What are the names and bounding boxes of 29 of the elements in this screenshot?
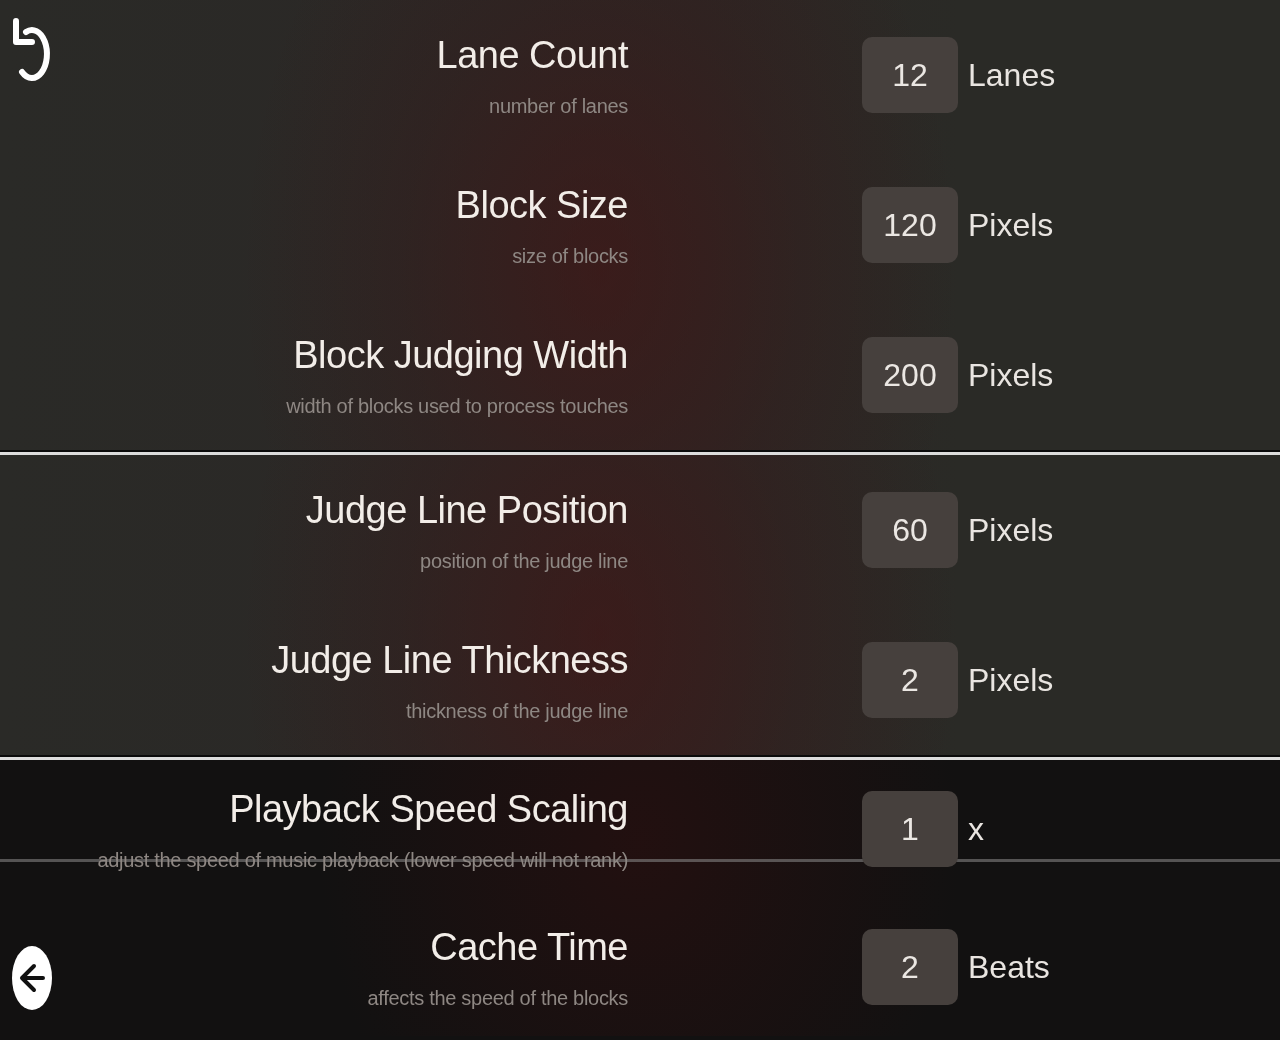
setting-title: Judge Line Position <box>305 488 628 533</box>
value-field[interactable]: 2 <box>862 929 958 1005</box>
unit-label: Pixels <box>968 511 1054 549</box>
unit-label: Pixels <box>968 661 1054 699</box>
unit-label: Pixels <box>968 206 1054 244</box>
setting-title: Block Judging Width <box>293 333 628 378</box>
value-field[interactable]: 1 <box>862 791 958 867</box>
setting-title: Playback Speed Scaling <box>229 787 628 832</box>
setting-description: thickness of the judge line <box>405 699 628 724</box>
value-field[interactable]: 200 <box>862 337 958 413</box>
back-icon[interactable] <box>12 946 52 1010</box>
setting-description: number of lanes <box>489 94 628 119</box>
setting-title: Judge Line Thickness <box>271 638 628 683</box>
value-field[interactable]: 120 <box>862 187 958 263</box>
setting-description: position of the judge line <box>420 549 628 574</box>
value-field[interactable]: 2 <box>862 642 958 718</box>
setting-title: Block Size <box>455 183 628 228</box>
value-field[interactable]: 12 <box>862 37 958 113</box>
setting-title: Lane Count <box>436 33 628 78</box>
setting-description: width of blocks used to process touches <box>286 394 628 419</box>
value-field[interactable]: 60 <box>862 492 958 568</box>
unit-label: Lanes <box>968 56 1056 94</box>
unit-label: Pixels <box>968 356 1054 394</box>
setting-description: affects the speed of the blocks <box>367 986 628 1011</box>
unit-label: Beats <box>968 948 1050 986</box>
setting-title: Cache Time <box>430 925 628 970</box>
unit-label: x <box>968 810 984 848</box>
circular-arrow-icon[interactable] <box>12 18 52 82</box>
setting-description: size of blocks <box>512 244 628 269</box>
